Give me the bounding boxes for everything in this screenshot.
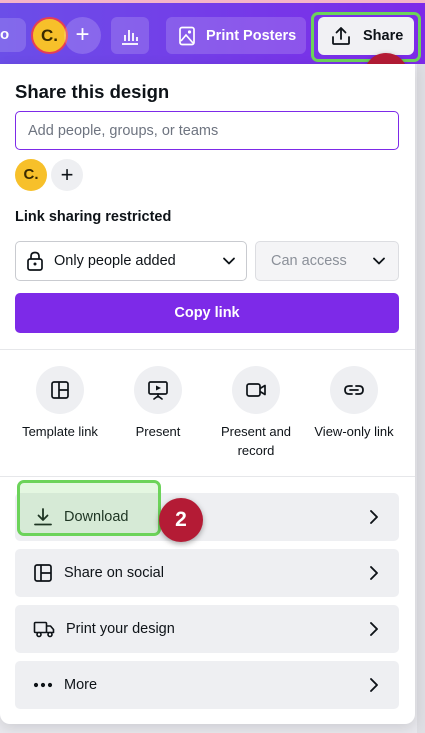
copy-link-button[interactable]: Copy link (15, 293, 399, 333)
download-icon (34, 508, 52, 526)
view-only-link-option[interactable]: View-only link (304, 366, 404, 441)
view-only-link-label: View-only link (314, 424, 394, 439)
share-label: Share (363, 28, 404, 44)
download-row[interactable]: Download (15, 493, 399, 541)
truck-icon (33, 621, 55, 638)
share-panel: Share this design C. + Link sharing rest… (0, 64, 415, 724)
panel-title: Share this design (15, 81, 170, 102)
add-collaborator-button[interactable]: + (64, 17, 101, 54)
share-on-social-label: Share on social (64, 565, 164, 581)
divider (0, 476, 415, 477)
template-link-label: Template link (22, 424, 98, 439)
print-your-design-row[interactable]: Print your design (15, 605, 399, 653)
collaborator-avatar[interactable]: C. (31, 17, 68, 54)
print-posters-label: Print Posters (206, 27, 297, 44)
step-badge-2: 2 (159, 498, 203, 542)
present-label: Present (135, 424, 181, 439)
link-sharing-label: Link sharing restricted (15, 209, 172, 225)
more-row[interactable]: More (15, 661, 399, 709)
present-option[interactable]: Present (108, 366, 208, 441)
access-scope-select[interactable]: Only people added (15, 241, 247, 281)
toolbar-accent-line (0, 0, 425, 3)
share-upload-icon (332, 27, 350, 45)
chevron-right-icon (370, 622, 378, 636)
view-only-link-circle[interactable] (330, 366, 378, 414)
access-level-select[interactable]: Can access (255, 241, 399, 281)
print-posters-button[interactable]: Print Posters (166, 17, 306, 54)
chevron-right-icon (370, 566, 378, 580)
template-link-option[interactable]: Template link (10, 366, 110, 441)
link-icon (344, 385, 364, 395)
chevron-right-icon (370, 510, 378, 524)
chevron-right-icon (370, 678, 378, 692)
share-button[interactable]: Share (318, 17, 414, 55)
insights-button[interactable] (111, 17, 149, 54)
chevron-down-icon (373, 257, 385, 265)
more-icon (33, 682, 53, 688)
present-and-record-label: Present and record (220, 424, 292, 458)
share-on-social-row[interactable]: Share on social (15, 549, 399, 597)
present-and-record-circle[interactable] (232, 366, 280, 414)
print-your-design-label: Print your design (66, 621, 175, 637)
camera-icon (246, 383, 266, 397)
background-edge (417, 64, 425, 733)
template-icon (51, 381, 69, 399)
top-toolbar: o C. + Print Posters Share (0, 0, 425, 64)
owner-avatar[interactable]: C. (15, 159, 47, 191)
present-icon (148, 381, 168, 400)
more-label: More (64, 677, 98, 693)
chevron-down-icon (223, 257, 235, 265)
poster-icon (179, 26, 195, 45)
divider (0, 349, 415, 350)
add-person-button[interactable]: + (51, 159, 83, 191)
download-label: Download (64, 509, 129, 525)
invite-people-input[interactable] (15, 111, 399, 150)
toolbar-partial-button[interactable]: o (0, 18, 26, 52)
present-and-record-option[interactable]: Present and record (206, 366, 306, 460)
access-level-value: Can access (271, 253, 347, 269)
social-icon (34, 564, 52, 582)
template-link-circle[interactable] (36, 366, 84, 414)
lock-icon (27, 251, 43, 271)
access-scope-value: Only people added (54, 253, 176, 269)
chart-icon (122, 29, 138, 45)
present-circle[interactable] (134, 366, 182, 414)
